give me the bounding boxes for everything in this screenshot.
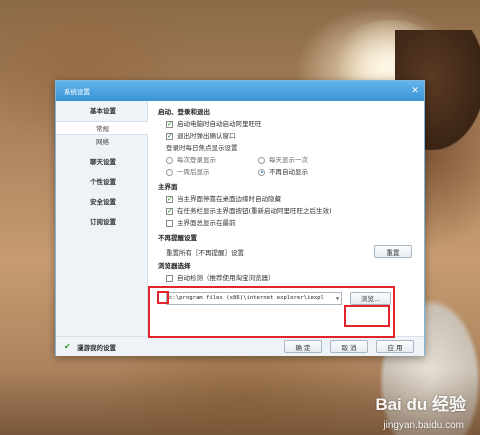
sidebar-item-basic-settings[interactable]: 基本设置 [56, 101, 147, 121]
roam-settings-option[interactable]: ✔ 漫游我的设置 [64, 342, 116, 352]
taskbar-button-checkbox[interactable] [166, 205, 173, 217]
radio-once-daily[interactable]: 每天显示一次 [258, 154, 350, 166]
auto-start-checkbox[interactable] [166, 118, 173, 130]
always-on-top-option[interactable]: 主界面总显示在最前 [158, 217, 416, 229]
radio-every-login[interactable]: 每次登录显示 [166, 154, 258, 166]
sidebar-item-security[interactable]: 安全设置 [56, 192, 147, 212]
checkmark-icon[interactable]: ✔ [64, 342, 73, 351]
taskbar-button-option[interactable]: 在任务栏显示主界面按钮(重新启动阿里旺旺之后生效) [158, 205, 416, 217]
exit-confirm-checkbox[interactable] [166, 130, 173, 142]
auto-hide-label: 当主界面停靠在桌面边缘时自动隐藏 [177, 195, 281, 203]
always-on-top-checkbox[interactable] [166, 219, 173, 227]
auto-detect-option[interactable]: 自动检测（推荐使用淘宝浏览器） [158, 272, 416, 284]
sidebar-item-general[interactable]: 常规 [56, 121, 148, 135]
reminder-section-title: 不再提醒设置 [158, 234, 197, 242]
browser-path-select[interactable]: c:\program files (x86)\internet explorer… [166, 291, 342, 305]
apply-button[interactable]: 应 用 [376, 340, 414, 353]
sidebar-item-network[interactable]: 网络 [56, 135, 147, 149]
browse-button[interactable]: 浏览... [350, 291, 392, 305]
auto-detect-checkbox[interactable] [166, 274, 173, 282]
exit-confirm-option[interactable]: 退出时弹出确认窗口 [158, 130, 416, 142]
auto-start-label: 启动电脑时自动启动阿里旺旺 [177, 120, 262, 128]
settings-sidebar: 基本设置 常规 网络 聊天设置 个性设置 安全设置 订阅设置 [56, 101, 148, 336]
focus-info-label: 登录时每日焦点显示设置 [166, 144, 238, 152]
auto-hide-checkbox[interactable] [166, 193, 173, 205]
always-on-top-label: 主界面总显示在最前 [177, 219, 236, 227]
auto-detect-label: 自动检测（推荐使用淘宝浏览器） [177, 274, 275, 282]
radio-after-week-label: 一周后显示 [177, 168, 210, 176]
roam-settings-label: 漫游我的设置 [77, 343, 116, 352]
watermark-url: jingyan.baidu.com [383, 420, 464, 431]
radio-never-show-button[interactable] [258, 168, 265, 176]
reset-reminders-text: 重置所有［不再提醒］设置 [166, 248, 244, 257]
radio-never-show[interactable]: 不再自动显示 [258, 166, 350, 178]
ok-button[interactable]: 确 定 [284, 340, 322, 353]
close-icon[interactable]: ✕ [406, 82, 424, 100]
cancel-button[interactable]: 取 消 [330, 340, 368, 353]
radio-every-login-button[interactable] [166, 156, 173, 164]
sidebar-item-subscription[interactable]: 订阅设置 [56, 212, 147, 232]
watermark-brand: Bai du 经验 [375, 395, 466, 414]
footer-bar: ✔ 漫游我的设置 确 定 取 消 应 用 [56, 336, 424, 356]
taskbar-button-label: 在任务栏显示主界面按钮(重新启动阿里旺旺之后生效) [177, 207, 332, 215]
system-settings-window: 系统设置 ✕ 基本设置 常规 网络 聊天设置 个性设置 安全设置 订阅设置 启动… [55, 80, 425, 356]
radio-every-login-label: 每次登录显示 [177, 156, 216, 164]
window-titlebar[interactable]: 系统设置 ✕ [56, 81, 424, 101]
radio-once-daily-label: 每天显示一次 [269, 156, 308, 164]
browser-path-value: c:\program files (x86)\internet explorer… [169, 295, 324, 301]
window-title: 系统设置 [64, 88, 90, 96]
settings-content: 启动、登录和退出 启动电脑时自动启动阿里旺旺 退出时弹出确认窗口 登录时每日焦点… [158, 105, 416, 333]
chevron-down-icon[interactable]: ▼ [336, 293, 339, 304]
auto-start-option[interactable]: 启动电脑时自动启动阿里旺旺 [158, 118, 416, 130]
main-panel-section-title: 主界面 [158, 183, 178, 191]
sidebar-item-chat-settings[interactable]: 聊天设置 [56, 152, 147, 172]
radio-after-week-button[interactable] [166, 168, 173, 176]
browser-section-title: 浏览器选择 [158, 262, 191, 270]
radio-once-daily-button[interactable] [258, 156, 265, 164]
radio-after-week[interactable]: 一周后显示 [166, 166, 258, 178]
reset-button[interactable]: 重置 [374, 245, 412, 258]
startup-section-title: 启动、登录和退出 [158, 108, 210, 116]
sidebar-item-personalize[interactable]: 个性设置 [56, 172, 147, 192]
radio-never-show-label: 不再自动显示 [269, 168, 308, 176]
exit-confirm-label: 退出时弹出确认窗口 [177, 132, 236, 140]
auto-hide-option[interactable]: 当主界面停靠在桌面边缘时自动隐藏 [158, 193, 416, 205]
